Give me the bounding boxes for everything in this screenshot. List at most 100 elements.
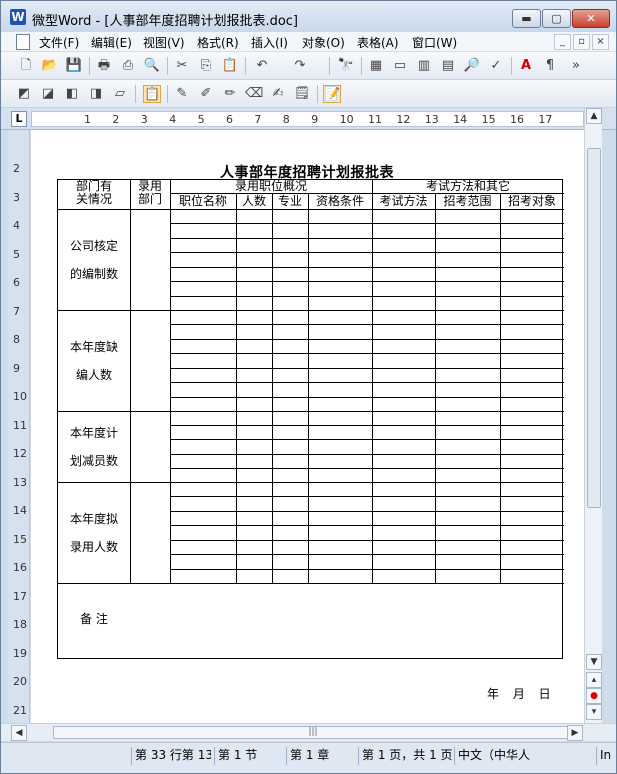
open-icon[interactable]: 📂 [41,57,59,75]
doc-close-button[interactable]: × [592,34,609,50]
header-group-exam: 考试方法和其它 [425,179,510,193]
document-icon[interactable] [16,34,30,50]
style-icon[interactable]: ¶ [541,57,559,75]
ruler-tick-14: 14 [453,113,468,126]
pdf-icon[interactable]: ⎙ [119,57,137,75]
remarks-label: 备 注 [80,612,108,626]
vruler-tick-2: 2 [13,162,20,175]
status-page: 第 1 页，共 1 页 [358,747,452,765]
ruler-tick-10: 10 [339,113,354,126]
font-color-icon[interactable]: A [517,57,535,75]
save-icon[interactable]: 💾 [65,57,83,75]
group-label-2-line2: 划减员数 [69,453,118,468]
vruler-tick-20: 20 [13,675,27,688]
col-line-1 [130,180,131,583]
clipboard-icon[interactable]: 📋 [143,85,161,103]
scroll-left-icon[interactable]: ◀ [11,725,27,741]
doc-minimize-button[interactable]: _ [554,34,571,50]
header-sub-3: 资格条件 [315,194,364,208]
vruler-tick-18: 18 [13,618,27,631]
vruler-tick-5: 5 [13,247,20,261]
menu-view[interactable]: 视图(V) [143,34,185,51]
table-insert-icon[interactable]: ▦ [367,57,385,75]
window-title: 微型Word - [人事部年度招聘计划报批表.doc] [32,14,298,29]
notes-icon[interactable]: 🗒 [293,85,311,103]
tool-b-icon[interactable]: ◪ [39,85,57,103]
title-bar: W 微型Word - [人事部年度招聘计划报批表.doc] ▬ ▢ ✕ [1,1,616,32]
status-section: 第 1 节 [214,747,280,765]
group-label-0-line1: 公司核定 [69,238,118,253]
doc-restore-button[interactable]: ▫ [573,34,590,50]
paste-icon[interactable]: 📋 [221,57,239,75]
vertical-scroll-thumb[interactable] [587,148,601,508]
header-group-position: 录用职位概况 [234,179,307,193]
menu-window[interactable]: 窗口(W) [412,34,457,51]
marker-icon[interactable]: ✐ [197,85,215,103]
tool-e-icon[interactable]: ▱ [111,85,129,103]
menu-table[interactable]: 表格(A) [357,34,399,51]
menu-edit[interactable]: 编辑(E) [91,34,132,51]
brush-icon[interactable]: ✏ [221,85,239,103]
maximize-button[interactable]: ▢ [542,9,571,28]
tool-c-icon[interactable]: ◧ [63,85,81,103]
draw-icon[interactable]: ✍ [269,85,287,103]
group-bottom-line-0 [58,310,564,311]
horizontal-ruler[interactable]: 1 2 3 4 5 6 7 8 9 10 11 12 13 14 15 16 17 [31,111,584,127]
ruler-tick-11: 11 [368,113,382,126]
horizontal-scrollbar[interactable]: ◀ ||| ▶ [1,723,616,741]
ruler-tick-1: 1 [84,113,91,126]
undo-icon[interactable]: ↶ [253,57,271,75]
columns-icon[interactable]: ▥ [415,57,433,75]
vruler-tick-13: 13 [13,475,27,489]
zoom-icon[interactable]: 🔎 [463,57,481,75]
page-view-icon[interactable]: ▤ [439,57,457,75]
next-page-icon[interactable]: ▾ [586,704,602,720]
scroll-up-icon[interactable]: ▲ [586,108,602,124]
ruler-tick-8: 8 [282,113,290,126]
scroll-down-icon[interactable]: ▼ [586,654,602,670]
minimize-button[interactable]: ▬ [512,9,541,28]
scroll-right-icon[interactable]: ▶ [567,725,583,741]
row-line-3-3 [170,525,564,526]
group-label-0-line2: 的编制数 [69,266,118,281]
menu-insert[interactable]: 插入(I) [251,34,288,51]
ruler-tick-16: 16 [510,113,524,126]
overflow-icon[interactable]: » [567,57,585,75]
prev-page-icon[interactable]: ▴ [586,672,602,688]
tool-a-icon[interactable]: ◩ [15,85,33,103]
cut-icon[interactable]: ✂ [173,57,191,75]
new-icon[interactable]: 🗋 [17,57,35,75]
print-preview-icon[interactable]: 🔍 [143,57,161,75]
document-page[interactable]: 人事部年度招聘计划报批表 部门有 关情况 录用 部门 录用职位概况 考试方法和其它 职位名称… [31,130,584,723]
group-bottom-line-3 [58,583,564,584]
frame-icon[interactable]: ▭ [391,57,409,75]
tool-d-icon[interactable]: ◨ [87,85,105,103]
browse-object-icon[interactable]: ● [586,688,602,704]
tab-stop-selector[interactable]: L [11,111,27,127]
approval-table: 部门有 关情况 录用 部门 录用职位概况 考试方法和其它 职位名称 人数 专业 资格条件 考试方法招… [57,179,564,659]
redo-icon[interactable]: ↷ [291,57,309,75]
vertical-ruler[interactable]: 2 3 4 5 6 7 8 9 10 11 12 13 14 15 16 17 18 19 20 21 [8,130,30,723]
print-icon[interactable]: 🖶 [95,57,113,75]
close-button[interactable]: ✕ [572,9,610,28]
horizontal-scroll-thumb[interactable]: ||| [53,726,573,739]
header-bottom-line [58,209,564,210]
pen-icon[interactable]: ✎ [173,85,191,103]
menu-format[interactable]: 格式(R) [197,34,239,51]
row-line-1-6 [170,397,564,398]
spell-icon[interactable]: ✓ [487,57,505,75]
copy-icon[interactable]: ⎘ [197,57,215,75]
row-line-1-1 [170,324,564,325]
status-language: 中文（中华人 [454,747,580,765]
vertical-scrollbar[interactable]: ▲ ▼ ▴ ● ▾ [584,108,602,723]
eraser-icon[interactable]: ⌫ [245,85,263,103]
form-icon[interactable]: 📝 [323,85,341,103]
find-icon[interactable]: 🔭 [337,57,355,75]
menu-object[interactable]: 对象(O) [302,34,345,51]
row-line-0-1 [170,223,564,224]
row-line-1-3 [170,353,564,354]
row-line-2-1 [170,425,564,426]
group-bottom-line-2 [58,482,564,483]
menu-file[interactable]: 文件(F) [39,34,79,51]
group-label-1-line2: 编人数 [75,367,112,382]
